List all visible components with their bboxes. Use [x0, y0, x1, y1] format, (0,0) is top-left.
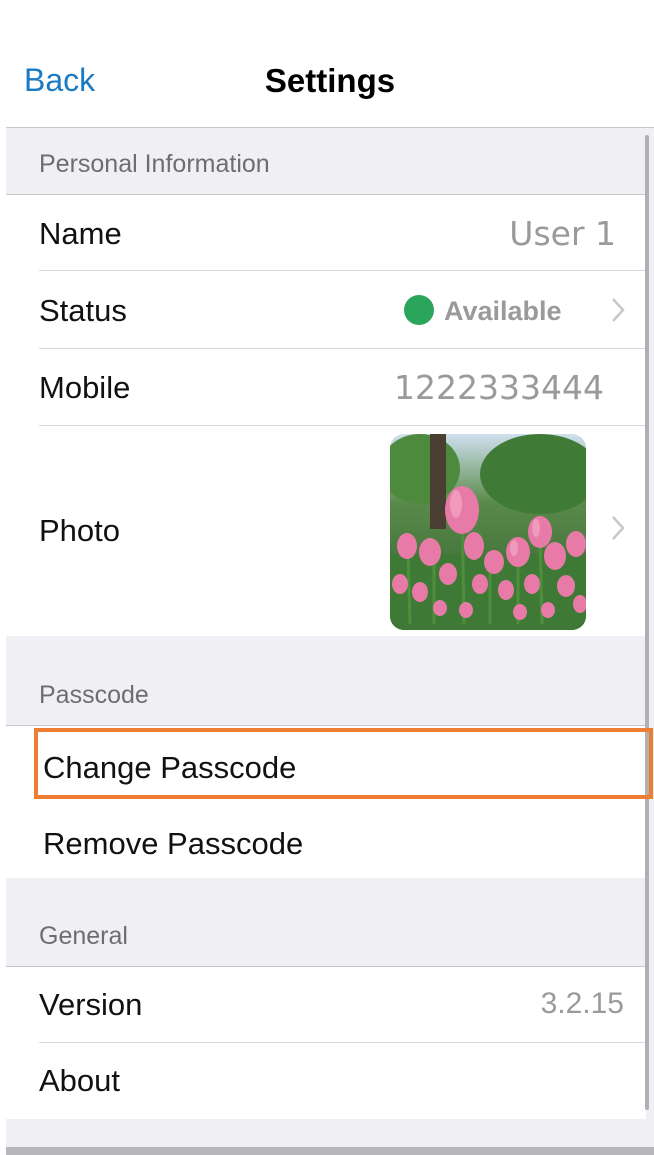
mobile-label: Mobile [39, 370, 131, 405]
photo-label: Photo [39, 513, 121, 548]
scrollbar[interactable] [645, 135, 649, 1110]
general-group: Version 3.2.15 About [6, 966, 646, 1119]
profile-photo[interactable] [390, 434, 586, 630]
name-row[interactable]: Name User 1 [6, 195, 646, 271]
list-bottom-edge [6, 1147, 654, 1155]
remove-passcode-label: Remove Passcode [43, 826, 304, 861]
section-header-personal: Personal Information [6, 128, 654, 194]
remove-passcode-row[interactable]: Remove Passcode [6, 802, 646, 878]
mobile-value: 1222333444 [394, 368, 604, 407]
section-label-personal: Personal Information [39, 150, 270, 178]
section-label-passcode: Passcode [39, 681, 149, 709]
status-indicator-icon [404, 295, 434, 325]
section-label-general: General [39, 922, 128, 950]
page-title: Settings [264, 62, 396, 99]
navigation-bar: Back Settings [0, 0, 654, 127]
name-label: Name [39, 216, 122, 251]
chevron-right-icon [612, 298, 625, 322]
change-passcode-row[interactable]: Change Passcode [6, 726, 646, 802]
status-row[interactable]: Status Available [6, 271, 646, 349]
version-row[interactable]: Version 3.2.15 [6, 967, 646, 1043]
status-value: Available [444, 296, 562, 326]
about-row[interactable]: About [6, 1043, 646, 1119]
about-label: About [39, 1063, 121, 1098]
version-label: Version [39, 987, 143, 1022]
name-value: User 1 [509, 214, 616, 253]
section-header-passcode: Passcode [6, 636, 654, 725]
mobile-row[interactable]: Mobile 1222333444 [6, 349, 646, 426]
section-header-general: General [6, 878, 654, 966]
tulip-photo-icon [390, 434, 586, 630]
change-passcode-label: Change Passcode [43, 750, 297, 785]
passcode-group: Change Passcode Remove Passcode [6, 725, 646, 878]
personal-info-group: Name User 1 Status Available Mobile 1222… [6, 194, 646, 636]
version-value: 3.2.15 [540, 987, 624, 1020]
status-label: Status [39, 293, 127, 328]
photo-row[interactable]: Photo [6, 426, 646, 636]
chevron-right-icon [612, 516, 625, 540]
